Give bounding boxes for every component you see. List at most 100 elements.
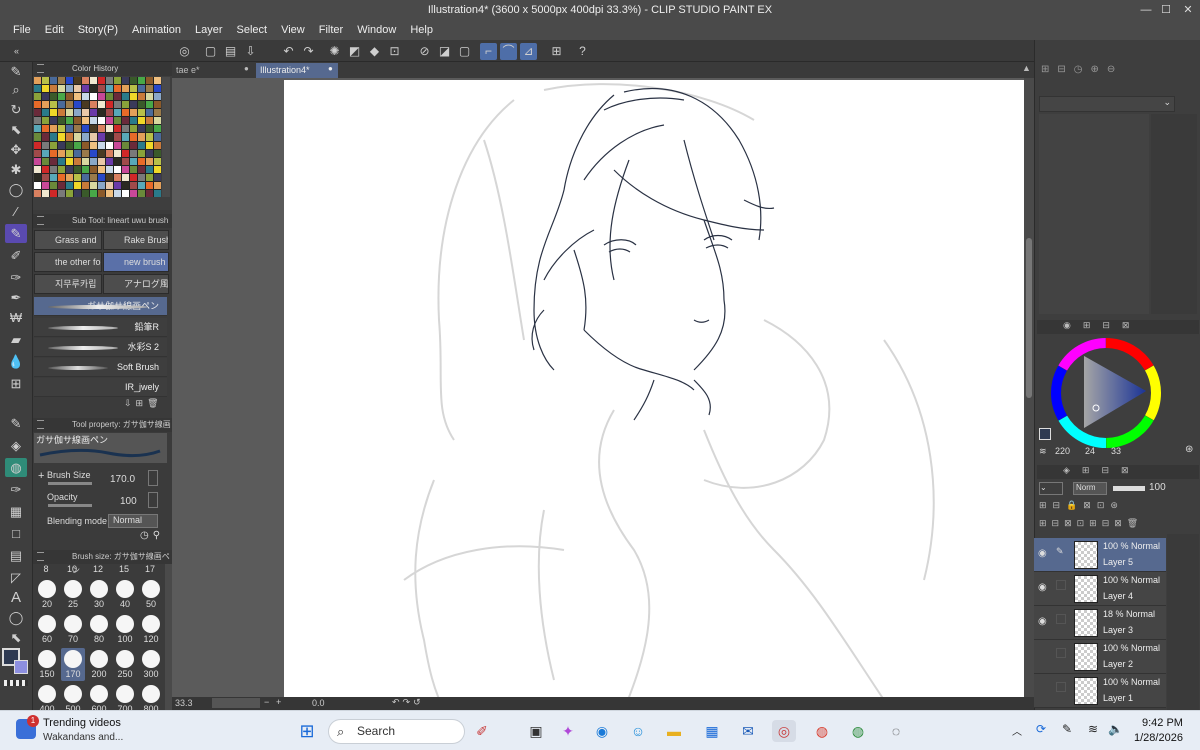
color-swatch[interactable] [130,189,137,197]
color-swatch[interactable] [98,181,105,189]
layer-lock-icon[interactable] [1056,648,1066,658]
color-swatch[interactable] [66,101,73,109]
color-swatch[interactable] [42,85,49,93]
opacity-value[interactable]: 100 [120,496,137,507]
crop-icon[interactable]: ⊡ [386,43,403,60]
color-swatch[interactable] [138,173,145,181]
color-swatch[interactable] [58,101,65,109]
color-swatch[interactable] [138,165,145,173]
color-swatch[interactable] [106,93,113,101]
tray-chevron-icon[interactable]: ︿ [1012,723,1022,738]
color-swatch[interactable] [74,85,81,93]
color-swatch[interactable] [146,181,153,189]
color-swatch[interactable] [58,165,65,173]
color-swatch[interactable] [66,165,73,173]
copilot-icon[interactable]: ✦ [556,720,580,742]
color-swatch[interactable] [154,85,161,93]
color-main-mini[interactable] [1039,428,1051,440]
app-icon[interactable]: ◌ [884,720,908,742]
color-swatch[interactable] [98,141,105,149]
panel-menu-icon[interactable] [37,552,44,561]
color-swatch[interactable] [74,149,81,157]
subtool-actions[interactable]: ⇩⊞🗑 [124,398,168,412]
vector-pen-icon[interactable]: ✎ [5,414,27,433]
angle-value[interactable]: 0.0 [312,698,325,708]
color-swatch[interactable] [66,125,73,133]
color-swatch[interactable] [114,109,121,117]
color-swatch[interactable] [50,189,57,197]
brush-size-option[interactable]: 80 [87,613,111,646]
brush-size-option[interactable]: 50 [139,578,163,611]
color-swatch[interactable] [42,93,49,101]
color-swatch[interactable] [82,93,89,101]
color-swatch[interactable] [122,125,129,133]
color-swatch[interactable] [42,101,49,109]
brush-size-option[interactable]: 25 [61,578,85,611]
redo-icon[interactable]: ↷ [300,43,317,60]
color-swatch[interactable] [50,85,57,93]
color-swatch[interactable] [82,133,89,141]
navigator-dropdown[interactable]: ⌄ [1039,96,1175,112]
layer-list-scrollbar[interactable] [1167,534,1199,710]
color-swatch[interactable] [42,157,49,165]
figure-icon[interactable]: □ [5,524,27,543]
brush-item-4[interactable]: IR_jwely [34,378,167,397]
zoom-plus-icon[interactable]: + [276,697,281,707]
gradient-bucket-icon[interactable]: ◍ [5,458,27,477]
color-swatch[interactable] [82,117,89,125]
layer-visibility-icon[interactable]: ◉ [1038,616,1052,628]
color-swatch[interactable] [50,77,57,85]
color-swatch[interactable] [34,181,41,189]
brush-size-slider[interactable] [48,482,92,485]
color-swatch[interactable] [82,149,89,157]
pencil-icon[interactable]: ✐ [5,246,27,265]
color-swatch[interactable] [66,93,73,101]
color-swatch[interactable] [154,93,161,101]
layer-lock-icon[interactable] [1056,580,1066,590]
color-swatch[interactable] [106,157,113,165]
color-swatch[interactable] [74,173,81,181]
tab-tae-e[interactable]: tae e* [172,63,254,78]
brush-size-expand-icon[interactable]: + [38,470,44,482]
color-swatch[interactable] [66,77,73,85]
color-swatch[interactable] [42,117,49,125]
invert-icon[interactable]: ◪ [436,43,453,60]
brush-item-2[interactable]: 水彩S 2 [34,338,167,357]
drawing-canvas[interactable] [284,80,1026,697]
color-swatch[interactable] [154,173,161,181]
pen-icon[interactable]: ✎ [5,224,27,243]
color-swatch[interactable] [122,173,129,181]
color-swatch[interactable] [146,157,153,165]
color-swatch[interactable] [34,117,41,125]
color-swatch[interactable] [106,189,113,197]
color-swatch[interactable] [114,141,121,149]
color-swatch[interactable] [82,109,89,117]
color-swatch[interactable] [98,165,105,173]
menu-layer[interactable]: Layer [188,24,230,36]
outlook-icon[interactable]: ✉ [736,720,760,742]
reference-icon[interactable]: ⊞ [548,43,565,60]
color-wheel[interactable] [1049,336,1163,450]
color-swatch[interactable] [154,149,161,157]
color-swatch[interactable] [42,149,49,157]
brush-size-scrollbar[interactable] [165,564,172,710]
color-swatch[interactable] [154,189,161,197]
color-swatch[interactable] [58,157,65,165]
deselect-icon[interactable]: ⊘ [416,43,433,60]
color-swatch[interactable] [50,181,57,189]
color-swatch[interactable] [114,117,121,125]
pen-tray-icon[interactable]: ✎ [1062,722,1072,736]
color-v-value[interactable]: 33 [1111,446,1121,456]
panel-menu-icon[interactable] [37,64,44,73]
menu-edit[interactable]: Edit [38,24,71,36]
color-swatch[interactable] [34,189,41,197]
color-swatch[interactable] [122,101,129,109]
color-swatch[interactable] [66,189,73,197]
panel-menu-icon[interactable] [37,420,44,429]
color-swatch[interactable] [90,173,97,181]
sub-color-swatch[interactable] [14,660,28,674]
layer-blend-select[interactable]: Norm [1073,482,1107,495]
fill-tool-icon[interactable]: ⊞ [5,374,27,393]
clip-studio-taskbar-icon[interactable]: ◎ [772,720,796,742]
color-swatch[interactable] [122,149,129,157]
